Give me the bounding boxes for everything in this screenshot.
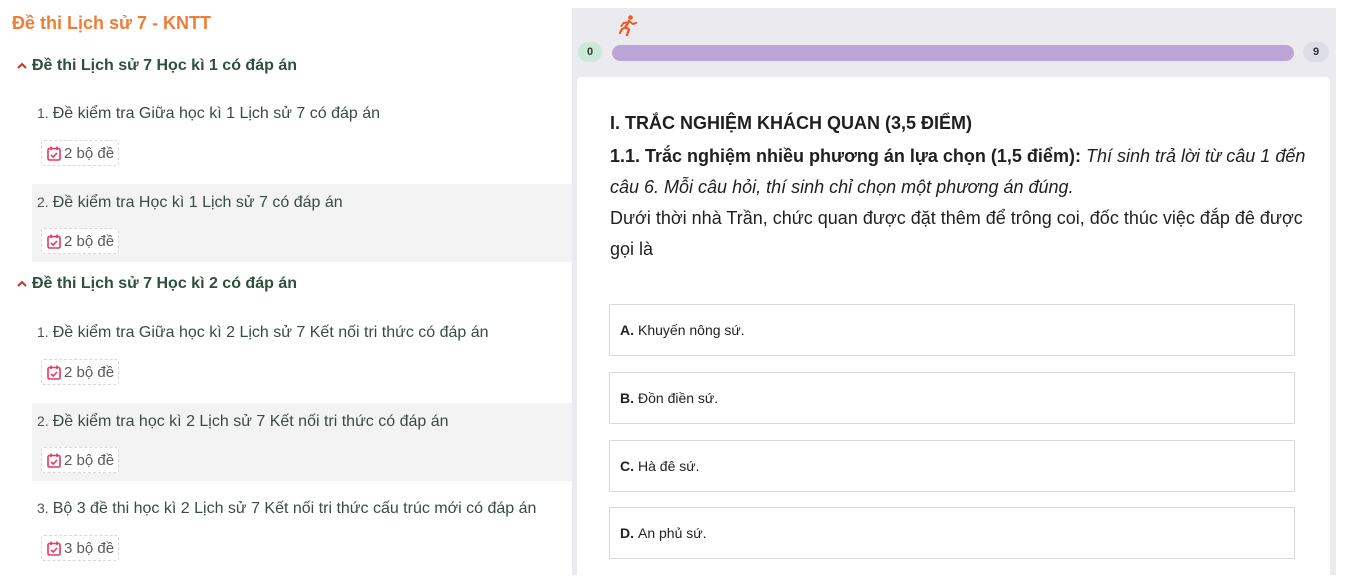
count-badge: 3 bộ đề [41,535,120,561]
calendar-check-icon [47,365,61,380]
item-title[interactable]: 1. Đề kiểm tra Giữa học kì 1 Lịch sử 7 có… [37,105,380,123]
page-title: Đề thi Lịch sử 7 - KNTT [12,13,212,33]
progress-start-count: 0 [578,42,602,62]
calendar-check-icon [47,453,61,468]
list-item[interactable]: 1. Đề kiểm tra Giữa học kì 1 Lịch sử 7 có… [32,96,572,182]
section-title: Đề thi Lịch sử 7 Học kì 2 có đáp án [32,275,297,292]
quiz-panel: 0 9 I. TRẮC NGHIỆM KHÁCH QUAN (3,5 ĐIỂM)… [572,8,1336,582]
item-title[interactable]: 2. Đề kiểm tra Học kì 1 Lịch sử 7 có đáp … [37,194,343,212]
section-title: Đề thi Lịch sử 7 Học kì 1 có đáp án [32,57,297,74]
count-badge: 2 bộ đề [41,447,120,473]
list-item[interactable]: 2. Đề kiểm tra học kì 2 Lịch sử 7 Kết nối… [32,403,572,481]
question-subheading: 1.1. Trắc nghiệm nhiều phương án lựa chọ… [610,146,1081,166]
chevron-up-icon [17,280,27,287]
question-body: 1.1. Trắc nghiệm nhiều phương án lựa chọ… [610,141,1310,265]
count-badge: 2 bộ đề [41,140,120,166]
answer-option-a[interactable]: A. Khuyến nông sứ. [609,304,1295,356]
calendar-check-icon [47,146,61,161]
list-item[interactable]: 3. Bộ 3 đề thi học kì 2 Lịch sử 7 Kết nối… [32,490,572,575]
answer-option-d[interactable]: D. An phủ sứ. [609,507,1295,559]
section-header-hk2[interactable]: Đề thi Lịch sử 7 Học kì 2 có đáp án [16,275,297,293]
list-item[interactable]: 2. Đề kiểm tra Học kì 1 Lịch sử 7 có đáp … [32,184,572,262]
item-title[interactable]: 2. Đề kiểm tra học kì 2 Lịch sử 7 Kết nối… [37,413,449,431]
chevron-up-icon [17,62,27,69]
progress-total-count: 9 [1303,42,1329,62]
question-heading: I. TRẮC NGHIỆM KHÁCH QUAN (3,5 ĐIỂM) [610,113,973,133]
progress-bar [612,45,1294,61]
calendar-check-icon [47,234,61,249]
calendar-check-icon [47,541,61,556]
left-panel: Đề thi Lịch sử 7 - KNTT Đề thi Lịch sử 7… [0,0,572,575]
answer-option-b[interactable]: B. Đồn điền sứ. [609,372,1295,424]
question-text: Dưới thời nhà Trần, chức quan được đặt t… [610,208,1303,259]
item-title[interactable]: 1. Đề kiểm tra Giữa học kì 2 Lịch sử 7 Kế… [37,324,489,342]
section-header-hk1[interactable]: Đề thi Lịch sử 7 Học kì 1 có đáp án [16,57,297,75]
runner-icon [618,15,637,37]
count-badge: 2 bộ đề [41,228,120,254]
progress-bar-fill [612,45,1294,61]
list-item[interactable]: 1. Đề kiểm tra Giữa học kì 2 Lịch sử 7 Kế… [32,314,572,400]
count-badge: 2 bộ đề [41,359,120,385]
question-card: I. TRẮC NGHIỆM KHÁCH QUAN (3,5 ĐIỂM) 1.1… [577,77,1330,582]
item-title[interactable]: 3. Bộ 3 đề thi học kì 2 Lịch sử 7 Kết nối… [37,500,536,518]
answer-option-c[interactable]: C. Hà đê sứ. [609,440,1295,492]
